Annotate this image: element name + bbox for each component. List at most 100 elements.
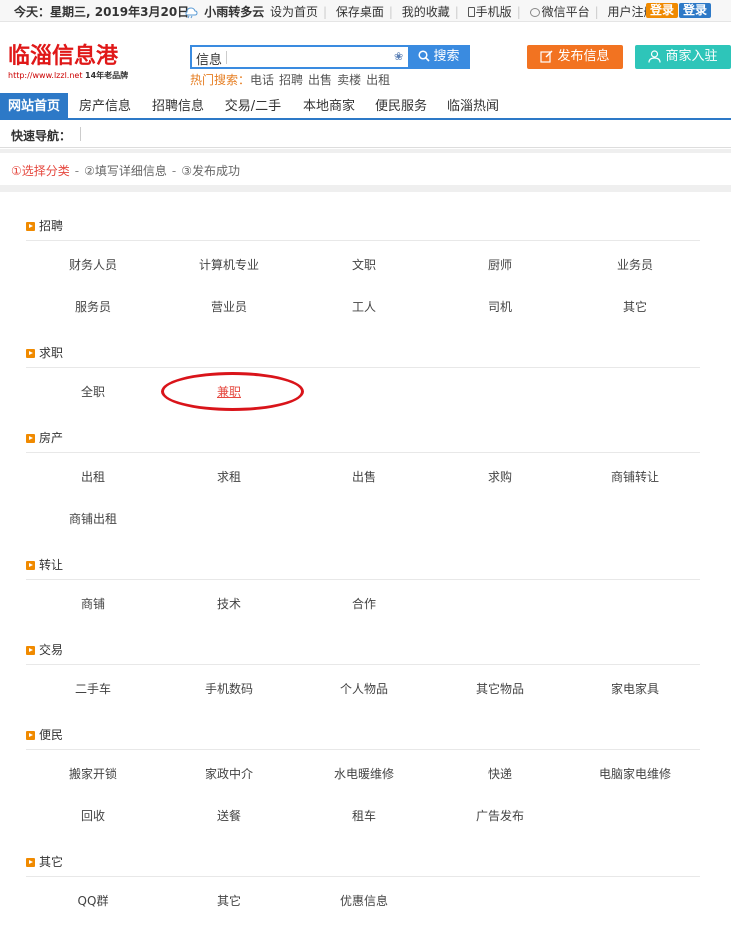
arrow-square-icon: [26, 349, 35, 358]
category-item[interactable]: 工人: [304, 298, 424, 315]
category-item[interactable]: 全职: [33, 383, 153, 400]
category-item[interactable]: 合作: [304, 595, 424, 612]
category-item[interactable]: 二手车: [33, 680, 153, 697]
step-select-category: ①选择分类: [11, 164, 70, 178]
publish-info-label: 发布信息: [557, 49, 610, 64]
publish-info-button[interactable]: 发布信息: [527, 45, 623, 69]
login-button-1[interactable]: 登录: [646, 3, 679, 18]
wechat-link[interactable]: 微信平台: [529, 5, 590, 19]
category-item[interactable]: 商铺: [33, 595, 153, 612]
category-item[interactable]: 求购: [440, 468, 560, 485]
nav-services[interactable]: 便民服务: [369, 93, 433, 120]
section-title-other: 其它: [26, 853, 63, 870]
merchant-join-button[interactable]: 商家入驻: [635, 45, 731, 69]
category-item[interactable]: 司机: [440, 298, 560, 315]
category-item[interactable]: 服务员: [33, 298, 153, 315]
top-links: 设为首页 | 保存桌面 | 我的收藏 | 手机版 | 微信平台 | 用户注册: [270, 5, 656, 19]
hot-keyword[interactable]: 卖楼: [337, 73, 361, 87]
wechat-icon: [529, 8, 540, 17]
category-item[interactable]: QQ群: [33, 892, 153, 909]
publish-steps: ①选择分类 - ②填写详细信息 - ③发布成功: [11, 164, 240, 178]
search-divider: [226, 51, 227, 64]
edit-icon: [540, 50, 553, 63]
search-button[interactable]: 搜索: [408, 45, 470, 69]
nav-real-estate[interactable]: 房产信息: [73, 93, 137, 120]
highlight-circle: [161, 372, 304, 411]
weather-text: 小雨转多云: [204, 5, 265, 19]
nav-trade[interactable]: 交易/二手: [218, 93, 288, 120]
category-item[interactable]: 出售: [304, 468, 424, 485]
section-divider: [26, 367, 700, 368]
category-item[interactable]: 水电暖维修: [304, 765, 424, 782]
section-title-convenience: 便民: [26, 726, 63, 743]
section-title-recruit: 招聘: [26, 217, 63, 234]
search-box: 信息 ❀ 搜索: [190, 45, 470, 69]
search-icon: [418, 50, 431, 62]
arrow-square-icon: [26, 561, 35, 570]
section-divider: [26, 749, 700, 750]
category-item[interactable]: 技术: [169, 595, 289, 612]
category-item[interactable]: 求租: [169, 468, 289, 485]
category-item[interactable]: 商铺转让: [575, 468, 695, 485]
step-publish-success: ③发布成功: [181, 164, 240, 178]
category-item[interactable]: 送餐: [169, 807, 289, 824]
category-item[interactable]: 电脑家电维修: [575, 765, 695, 782]
set-homepage-link[interactable]: 设为首页: [270, 5, 318, 19]
logo-subtitle: http://www.lzzl.net 14年老品牌: [8, 71, 129, 80]
category-item[interactable]: 回收: [33, 807, 153, 824]
category-item[interactable]: 优惠信息: [304, 892, 424, 909]
section-divider: [26, 240, 700, 241]
weather-info: 小雨转多云: [184, 3, 264, 20]
hot-keyword[interactable]: 电话: [250, 73, 274, 87]
arrow-square-icon: [26, 434, 35, 443]
mobile-icon: [467, 7, 475, 17]
category-item[interactable]: 业务员: [575, 256, 695, 273]
mobile-version-link[interactable]: 手机版: [467, 5, 512, 19]
nav-news[interactable]: 临淄热闻: [441, 93, 505, 120]
login-button-2[interactable]: 登录: [679, 3, 712, 18]
paw-icon: ❀: [394, 50, 404, 63]
arrow-square-icon: [26, 222, 35, 231]
arrow-square-icon: [26, 646, 35, 655]
category-item[interactable]: 手机数码: [169, 680, 289, 697]
category-item[interactable]: 广告发布: [440, 807, 560, 824]
category-item[interactable]: 快递: [440, 765, 560, 782]
category-item[interactable]: 计算机专业: [169, 256, 289, 273]
category-item[interactable]: 财务人员: [33, 256, 153, 273]
favorites-link[interactable]: 我的收藏: [402, 5, 450, 19]
nav-home[interactable]: 网站首页: [0, 93, 68, 120]
section-title-trade: 交易: [26, 641, 63, 658]
category-item[interactable]: 文职: [304, 256, 424, 273]
category-item[interactable]: 出租: [33, 468, 153, 485]
nav-local-business[interactable]: 本地商家: [297, 93, 361, 120]
hot-keyword[interactable]: 出售: [308, 73, 332, 87]
category-item[interactable]: 搬家开锁: [33, 765, 153, 782]
divider: [0, 185, 731, 192]
quick-nav-label: 快速导航：: [11, 129, 72, 143]
search-category[interactable]: 信息: [196, 49, 222, 68]
user-icon: [648, 50, 662, 63]
step-fill-details: ②填写详细信息: [84, 164, 167, 178]
quick-nav-divider: [80, 127, 81, 141]
category-item[interactable]: 家政中介: [169, 765, 289, 782]
arrow-square-icon: [26, 858, 35, 867]
category-item[interactable]: 其它: [169, 892, 289, 909]
wechat-label: 微信平台: [541, 5, 590, 19]
category-item[interactable]: 个人物品: [304, 680, 424, 697]
logo-title: 临淄信息港: [8, 43, 119, 69]
category-item[interactable]: 商铺出租: [33, 510, 153, 527]
category-item[interactable]: 其它物品: [440, 680, 560, 697]
hot-keyword[interactable]: 出租: [366, 73, 390, 87]
site-logo[interactable]: 临淄信息港 http://www.lzzl.net 14年老品牌: [8, 38, 129, 80]
section-divider: [26, 876, 700, 877]
nav-jobs[interactable]: 招聘信息: [146, 93, 210, 120]
category-item[interactable]: 营业员: [169, 298, 289, 315]
category-item[interactable]: 其它: [575, 298, 695, 315]
category-item[interactable]: 家电家具: [575, 680, 695, 697]
save-desktop-link[interactable]: 保存桌面: [336, 5, 384, 19]
top-bar: 今天：星期三, 2019年3月20日 小雨转多云 设为首页 | 保存桌面 | 我的收…: [0, 0, 731, 22]
category-item[interactable]: 厨师: [440, 256, 560, 273]
hot-keyword[interactable]: 招聘: [279, 73, 303, 87]
category-item[interactable]: 租车: [304, 807, 424, 824]
divider: [0, 149, 731, 153]
